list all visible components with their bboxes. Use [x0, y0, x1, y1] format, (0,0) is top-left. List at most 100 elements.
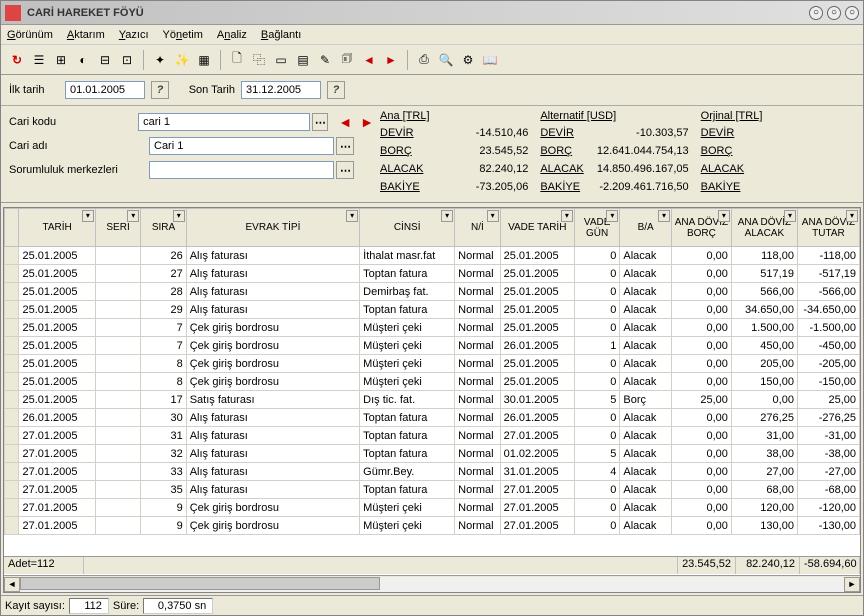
cari-adi-lookup[interactable]: ⋯: [336, 137, 354, 155]
sort-icon-8[interactable]: ▾: [658, 210, 670, 222]
col-header-8[interactable]: B/A▾: [620, 209, 672, 247]
scroll-right-icon[interactable]: ►: [844, 577, 860, 592]
menu-yazici[interactable]: Yazıcı: [119, 29, 149, 41]
table-row[interactable]: 25.01.20057Çek giriş bordrosu Müşteri çe…: [5, 337, 860, 355]
summary-bakiye-lbl-2[interactable]: BAKİYE: [701, 181, 741, 193]
col-header-4[interactable]: CİNSİ▾: [360, 209, 455, 247]
summary-bakiye-lbl-0[interactable]: BAKİYE: [380, 181, 420, 193]
menu-gorunum[interactable]: Görünüm: [7, 29, 53, 41]
summary-devir-lbl-0[interactable]: DEVİR: [380, 127, 414, 139]
sort-icon-0[interactable]: ▾: [82, 210, 94, 222]
table-row[interactable]: 25.01.200527Alış faturası Toptan faturaN…: [5, 265, 860, 283]
col-header-1[interactable]: SERİ▾: [95, 209, 140, 247]
summary-devir-lbl-2[interactable]: DEVİR: [701, 127, 735, 139]
next-record-icon[interactable]: ►: [360, 114, 374, 130]
menu-yonetim[interactable]: Yönetim: [163, 29, 203, 41]
table-row[interactable]: 25.01.200517Satış faturası Dış tic. fat.…: [5, 391, 860, 409]
last-date-input[interactable]: [241, 81, 321, 99]
summary-alacak-lbl-1[interactable]: ALACAK: [540, 163, 583, 175]
summary-alacak-lbl-2[interactable]: ALACAK: [701, 163, 744, 175]
tool-icon-4[interactable]: ▦: [194, 50, 214, 70]
tool-icon-3[interactable]: ⊡: [117, 50, 137, 70]
sort-icon-1[interactable]: ▾: [127, 210, 139, 222]
summary-borc-lbl-2[interactable]: BORÇ: [701, 145, 733, 157]
print-icon[interactable]: ⎙: [414, 50, 434, 70]
col-header-2[interactable]: SIRA▾: [141, 209, 186, 247]
maximize-button[interactable]: ○: [827, 6, 841, 20]
summary-bakiye-lbl-1[interactable]: BAKİYE: [540, 181, 580, 193]
summary-borc-lbl-0[interactable]: BORÇ: [380, 145, 412, 157]
scroll-thumb[interactable]: [20, 577, 380, 590]
sort-icon-10[interactable]: ▾: [784, 210, 796, 222]
note-icon[interactable]: 🗊: [337, 50, 357, 70]
horizontal-scrollbar[interactable]: ◄ ►: [4, 575, 860, 592]
col-header-3[interactable]: EVRAK TİPİ▾: [186, 209, 359, 247]
table-row[interactable]: 27.01.200531Alış faturası Toptan faturaN…: [5, 427, 860, 445]
tree-icon[interactable]: ⊟: [95, 50, 115, 70]
table-row[interactable]: 25.01.20058Çek giriş bordrosu Müşteri çe…: [5, 373, 860, 391]
sparkle-icon[interactable]: ✨: [172, 50, 192, 70]
sort-icon-2[interactable]: ▾: [173, 210, 185, 222]
table-row[interactable]: 27.01.20059Çek giriş bordrosu Müşteri çe…: [5, 517, 860, 535]
table-row[interactable]: 25.01.20058Çek giriş bordrosu Müşteri çe…: [5, 355, 860, 373]
status-bar: Kayıt sayısı: 112 Süre: 0,3750 sn: [1, 595, 863, 615]
table-row[interactable]: 27.01.200532Alış faturası Toptan faturaN…: [5, 445, 860, 463]
col-header-0[interactable]: TARİH▾: [19, 209, 95, 247]
summary-alacak-lbl-0[interactable]: ALACAK: [380, 163, 423, 175]
table-row[interactable]: 25.01.200529Alış faturası Toptan faturaN…: [5, 301, 860, 319]
tool-icon-2[interactable]: ⊞: [51, 50, 71, 70]
menu-analiz[interactable]: Analiz: [217, 29, 247, 41]
settings-icon[interactable]: ⚙: [458, 50, 478, 70]
copy-icon[interactable]: ⿻: [249, 50, 269, 70]
cari-kodu-input[interactable]: [138, 113, 309, 131]
col-header-5[interactable]: N/İ▾: [455, 209, 500, 247]
sort-icon-7[interactable]: ▾: [606, 210, 618, 222]
sorumluluk-lookup[interactable]: ⋯: [336, 161, 354, 179]
refresh-icon[interactable]: ↻: [7, 50, 27, 70]
close-button[interactable]: ○: [845, 6, 859, 20]
wand-icon[interactable]: ✦: [150, 50, 170, 70]
first-date-help[interactable]: ?: [151, 81, 169, 99]
col-header-11[interactable]: ANA DÖVİZ TUTAR▾: [797, 209, 859, 247]
col-header-6[interactable]: VADE TARİH▾: [500, 209, 574, 247]
summary-devir-lbl-1[interactable]: DEVİR: [540, 127, 574, 139]
book-icon[interactable]: 📖: [480, 50, 500, 70]
data-grid[interactable]: TARİH▾SERİ▾SIRA▾EVRAK TİPİ▾CİNSİ▾N/İ▾VAD…: [4, 208, 860, 535]
cari-kodu-lookup[interactable]: ⋯: [312, 113, 329, 131]
col-header-7[interactable]: VADE GÜN▾: [574, 209, 619, 247]
last-date-help[interactable]: ?: [327, 81, 345, 99]
tool-icon-5[interactable]: ▭: [271, 50, 291, 70]
menu-aktarim[interactable]: Aktarım: [67, 29, 105, 41]
tool-icon-1[interactable]: ☰: [29, 50, 49, 70]
scroll-left-icon[interactable]: ◄: [4, 577, 20, 592]
sort-icon-11[interactable]: ▾: [846, 210, 858, 222]
sort-icon-6[interactable]: ▾: [561, 210, 573, 222]
sort-icon-4[interactable]: ▾: [441, 210, 453, 222]
minimize-button[interactable]: ○: [809, 6, 823, 20]
chart-icon[interactable]: ◐: [73, 50, 93, 70]
table-row[interactable]: 27.01.200533Alış faturası Gümr.Bey.Norma…: [5, 463, 860, 481]
menu-baglanti[interactable]: Bağlantı: [261, 29, 301, 41]
table-row[interactable]: 26.01.200530Alış faturası Toptan faturaN…: [5, 409, 860, 427]
prev-icon[interactable]: ◄: [359, 50, 379, 70]
cari-adi-input[interactable]: [149, 137, 334, 155]
new-doc-icon[interactable]: 🗋: [227, 50, 247, 70]
edit-icon[interactable]: ✎: [315, 50, 335, 70]
sort-icon-9[interactable]: ▾: [718, 210, 730, 222]
sorumluluk-input[interactable]: [149, 161, 334, 179]
summary-borc-lbl-1[interactable]: BORÇ: [540, 145, 572, 157]
sort-icon-5[interactable]: ▾: [487, 210, 499, 222]
next-icon[interactable]: ►: [381, 50, 401, 70]
table-row[interactable]: 27.01.200535Alış faturası Toptan faturaN…: [5, 481, 860, 499]
tool-icon-6[interactable]: ▤: [293, 50, 313, 70]
col-header-10[interactable]: ANA DÖVİZ ALACAK▾: [731, 209, 797, 247]
table-row[interactable]: 25.01.200528Alış faturası Demirbaş fat.N…: [5, 283, 860, 301]
first-date-input[interactable]: [65, 81, 145, 99]
preview-icon[interactable]: 🔍: [436, 50, 456, 70]
sort-icon-3[interactable]: ▾: [346, 210, 358, 222]
col-header-9[interactable]: ANA DÖVİZ BORÇ▾: [671, 209, 731, 247]
prev-record-icon[interactable]: ◄: [338, 114, 352, 130]
table-row[interactable]: 27.01.20059Çek giriş bordrosu Müşteri çe…: [5, 499, 860, 517]
table-row[interactable]: 25.01.200526Alış faturası İthalat masr.f…: [5, 247, 860, 265]
table-row[interactable]: 25.01.20057Çek giriş bordrosu Müşteri çe…: [5, 319, 860, 337]
